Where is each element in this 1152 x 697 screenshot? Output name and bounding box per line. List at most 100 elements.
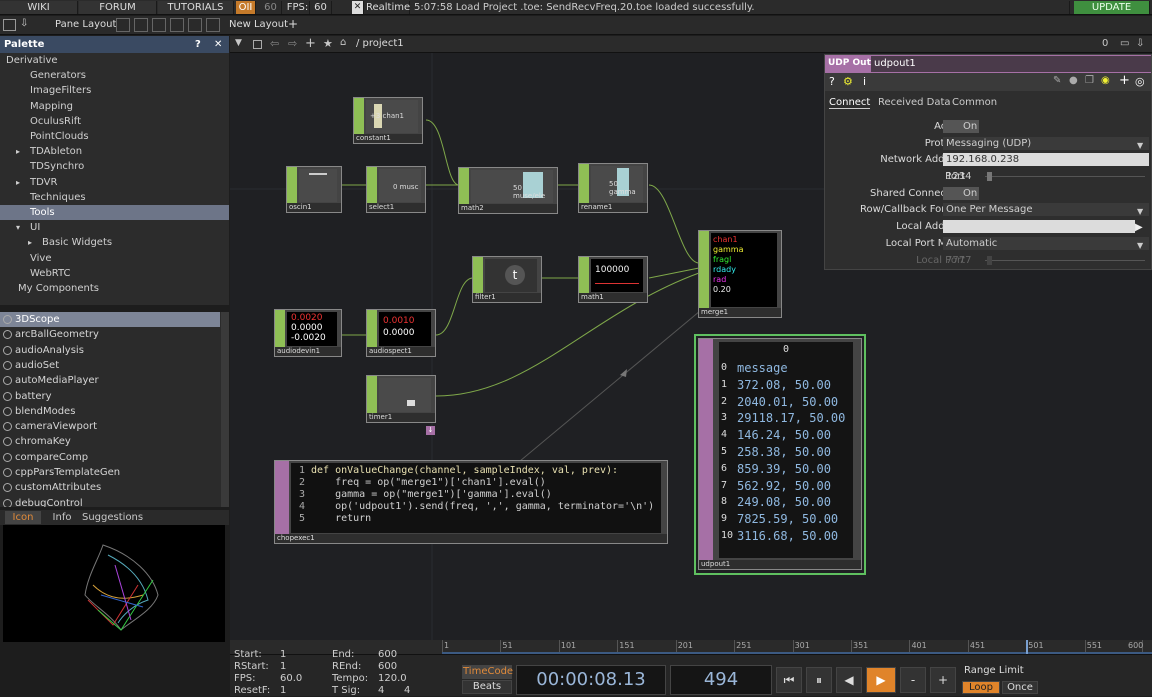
layout-6-button[interactable] xyxy=(206,18,220,32)
component-item[interactable]: cppParsTemplateGen xyxy=(0,465,220,480)
wiki-button[interactable]: WIKI xyxy=(0,1,78,14)
update-button[interactable]: UPDATE xyxy=(1074,1,1150,14)
help-icon[interactable]: ? xyxy=(829,75,835,88)
timer1-node[interactable]: timer1 xyxy=(366,375,436,423)
layout-1-button[interactable] xyxy=(116,18,130,32)
bookmark-icon[interactable]: ⌂ xyxy=(340,37,346,48)
audiodevin1-node[interactable]: 0.0020 0.0000 -0.0020 audiodevin1 xyxy=(274,309,342,357)
home-icon[interactable] xyxy=(253,40,262,49)
palette-folder-basic-widgets[interactable]: ▸ Basic Widgets xyxy=(0,235,229,250)
component-item[interactable]: customAttributes xyxy=(0,480,220,495)
rstart-value[interactable]: 1 xyxy=(280,661,286,673)
component-item[interactable]: 3DScope xyxy=(0,312,220,327)
add-layout-icon[interactable]: + xyxy=(288,17,298,31)
chevron-down-icon[interactable]: ▼ xyxy=(1137,138,1143,153)
slider-track[interactable] xyxy=(985,176,1145,177)
resetf-value[interactable]: 1 xyxy=(280,685,286,697)
text-field[interactable] xyxy=(943,220,1135,233)
component-item[interactable]: debugControl xyxy=(0,496,220,507)
layout-4-button[interactable] xyxy=(170,18,184,32)
loop-button[interactable]: Loop xyxy=(962,681,1000,694)
download-icon[interactable]: ⇩ xyxy=(1136,38,1144,49)
palette-folder-tools[interactable]: Tools xyxy=(0,205,229,220)
merge1-node[interactable]: chan1 gamma fragl rdady rad 0.20 merge1 xyxy=(698,230,782,318)
palette-folder-my-components[interactable]: My Components xyxy=(0,281,229,296)
palette-folder-techniques[interactable]: Techniques xyxy=(0,190,229,205)
expand-arrow-icon[interactable]: ▸ xyxy=(16,175,20,190)
dropdown-menu[interactable]: Automatic xyxy=(943,237,1149,250)
help-icon[interactable]: ? xyxy=(195,36,201,53)
layout-3-button[interactable] xyxy=(152,18,166,32)
slider-handle[interactable] xyxy=(987,172,992,181)
rend-value[interactable]: 600 xyxy=(378,661,397,673)
comment-icon[interactable]: ● xyxy=(1069,75,1078,86)
select1-node[interactable]: 0 musc select1 xyxy=(366,166,426,213)
once-button[interactable]: Once xyxy=(1002,681,1038,694)
component-item[interactable]: autoMediaPlayer xyxy=(0,373,220,388)
palette-folder-derivative[interactable]: ▾Derivative xyxy=(0,53,229,68)
tab-icon[interactable]: Icon xyxy=(5,511,41,524)
split-icon[interactable]: ▭ xyxy=(1120,38,1129,49)
component-item[interactable]: audioAnalysis xyxy=(0,343,220,358)
python-icon[interactable]: ⚙ xyxy=(843,75,853,88)
palette-folder-vive[interactable]: Vive xyxy=(0,251,229,266)
component-item[interactable]: chromaKey xyxy=(0,434,220,449)
network-path[interactable]: / project1 xyxy=(356,38,404,49)
palette-folder-pointclouds[interactable]: PointClouds xyxy=(0,129,229,144)
forum-button[interactable]: FORUM xyxy=(79,1,157,14)
component-item[interactable]: arcBallGeometry xyxy=(0,327,220,342)
monitor-icon[interactable] xyxy=(3,19,16,31)
expand-arrow-icon[interactable]: ▾ xyxy=(16,220,20,235)
expand-arrow-icon[interactable]: ▸ xyxy=(16,144,20,159)
component-item[interactable]: compareComp xyxy=(0,450,220,465)
layout-2-button[interactable] xyxy=(134,18,148,32)
component-item[interactable]: audioSet xyxy=(0,358,220,373)
settings-icon[interactable]: ◎ xyxy=(1135,75,1145,88)
palette-folder-oculusrift[interactable]: OculusRift xyxy=(0,114,229,129)
forward-icon[interactable]: ⇨ xyxy=(288,37,297,50)
end-value[interactable]: 600 xyxy=(378,649,397,661)
oscin1-node[interactable]: oscin1 xyxy=(286,166,342,213)
palette-folder-imagefilters[interactable]: ImageFilters xyxy=(0,83,229,98)
math2-node[interactable]: 50 muse/ele math2 xyxy=(458,167,558,214)
component-item[interactable]: blendModes xyxy=(0,404,220,419)
text-field[interactable]: 192.168.0.238 xyxy=(943,153,1149,166)
tab-received-data[interactable]: Received Data xyxy=(878,97,951,108)
udpout1-node[interactable]: 0 0 message 1 372.08, 50.00 2 2040.01, 50.00 3 2… xyxy=(698,338,862,570)
constant1-node[interactable]: +3 chan1 constant1 xyxy=(353,97,423,144)
timecode-toggle[interactable]: TimeCode xyxy=(462,665,513,679)
fps-limit[interactable]: 60 xyxy=(260,1,282,14)
menu-arrow-icon[interactable]: ▶ xyxy=(1135,220,1143,235)
tutorials-button[interactable]: TUTORIALS xyxy=(158,1,234,14)
copy-icon[interactable]: ❐ xyxy=(1085,75,1094,86)
pause-button[interactable]: ⏸ xyxy=(806,667,832,693)
oii-button[interactable]: OII xyxy=(236,1,256,14)
decrease-button[interactable]: - xyxy=(900,667,926,693)
dropdown-menu[interactable]: Messaging (UDP) xyxy=(943,137,1149,150)
chopexec1-node[interactable]: 1 def onValueChange(channel, sampleIndex,… xyxy=(274,460,668,544)
tab-connect[interactable]: Connect xyxy=(829,97,871,109)
tsig-numerator[interactable]: 4 xyxy=(378,685,384,697)
math1-node[interactable]: 100000 math1 xyxy=(578,256,648,303)
dropdown-menu[interactable]: One Per Message xyxy=(943,203,1149,216)
component-list-scrollbar[interactable] xyxy=(221,312,229,507)
timecode-display[interactable]: 00:00:08.13 xyxy=(516,665,666,695)
toggle-button[interactable]: On xyxy=(943,120,979,133)
python-docs-icon[interactable]: ◉ xyxy=(1101,75,1110,86)
start-value[interactable]: 1 xyxy=(280,649,286,661)
tsig-denominator[interactable]: 4 xyxy=(404,685,410,697)
slider-handle[interactable] xyxy=(987,256,992,265)
back-icon[interactable]: ⇦ xyxy=(270,37,279,50)
add-icon[interactable]: + xyxy=(305,36,316,51)
palette-folder-tdableton[interactable]: ▸ TDAbleton xyxy=(0,144,229,159)
star-icon[interactable]: ★ xyxy=(323,37,333,50)
export-icon[interactable]: ⇩ xyxy=(20,18,34,31)
audiospect1-node[interactable]: 0.0010 0.0000 audiospect1 xyxy=(366,309,436,357)
filter1-node[interactable]: t filter1 xyxy=(472,256,542,303)
component-item[interactable]: battery xyxy=(0,389,220,404)
tab-suggestions[interactable]: Suggestions xyxy=(82,511,143,524)
slider-track[interactable] xyxy=(985,260,1145,261)
rename1-node[interactable]: 50 gamma rename1 xyxy=(578,163,648,213)
chevron-down-icon[interactable]: ▼ xyxy=(1137,204,1143,219)
rewind-button[interactable]: ⏮ xyxy=(776,667,802,693)
